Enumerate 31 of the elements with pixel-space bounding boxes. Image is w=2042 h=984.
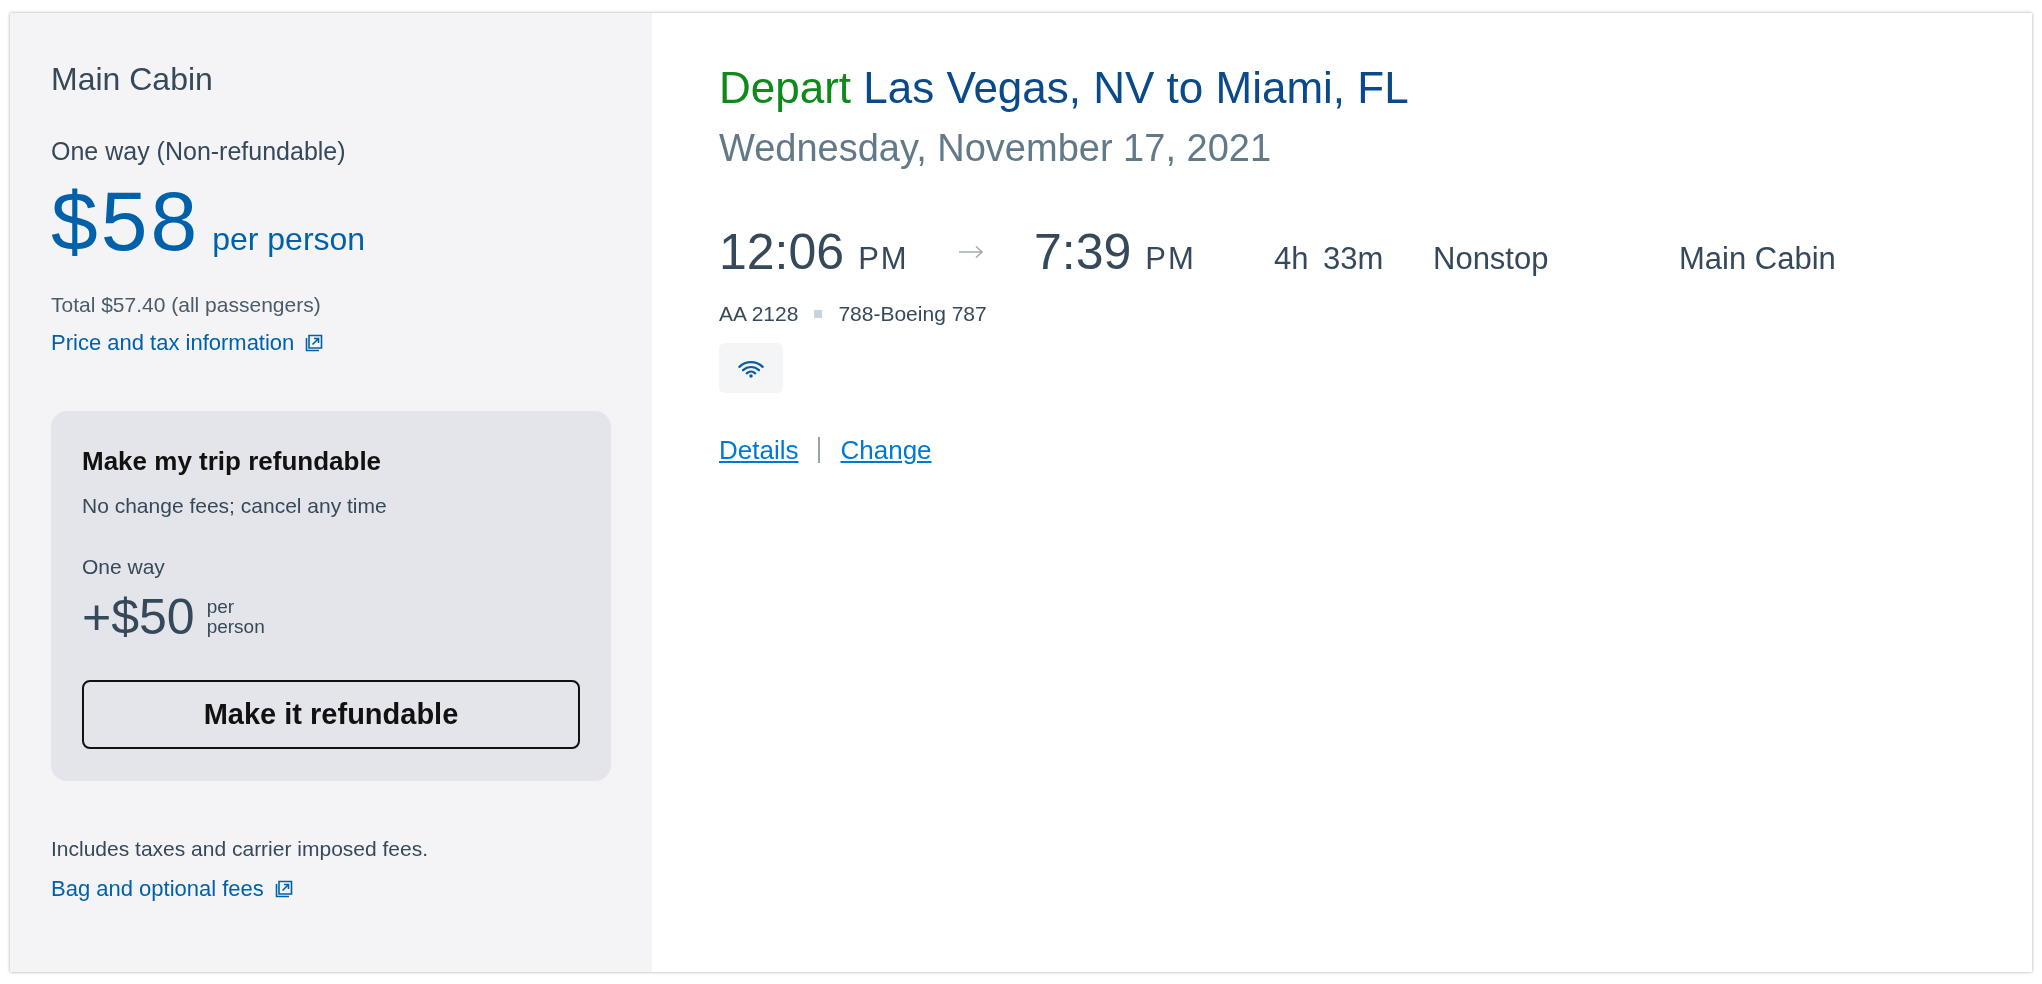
wifi-icon (719, 343, 783, 393)
departure-period: PM (858, 241, 909, 277)
direction-label: Depart (719, 63, 852, 112)
fare-price: $58 (51, 177, 201, 265)
price-info-link[interactable]: Price and tax information (51, 330, 327, 356)
fees-note: Includes taxes and carrier imposed fees. (51, 836, 429, 862)
stops-label: Nonstop (1433, 241, 1550, 277)
flight-number: AA 2128 (719, 301, 799, 327)
flight-link[interactable]: Details (719, 434, 799, 466)
total-price: Total $57.40 (all passengers) (51, 292, 321, 318)
cabin-title: Main Cabin (51, 60, 213, 99)
arrow-icon (958, 245, 984, 259)
bag-fees-link[interactable]: Bag and optional fees (51, 876, 296, 902)
aircraft-type: 788-Boeing 787 (838, 301, 987, 327)
cabin-class: Main Cabin (1679, 241, 1837, 277)
offer-title: Make my trip refundable (82, 445, 383, 477)
arrival-time: 7:39 (1034, 223, 1132, 282)
flight-link[interactable]: Change (840, 434, 932, 466)
offer-subtitle: No change fees; cancel any time (82, 493, 388, 519)
departure-time: 12:06 (719, 223, 845, 282)
offer-trip-type: One way (82, 554, 166, 580)
flight-duration: 4h 33m (1274, 241, 1385, 277)
trip-type: One way (Non-refundable) (51, 136, 346, 167)
price-unit: per person (212, 221, 366, 258)
offer-price-unit: per person (206, 597, 265, 637)
flight-date: Wednesday, November 17, 2021 (719, 126, 1273, 171)
offer-price: +$50 (82, 589, 195, 645)
make-refundable-button[interactable]: Make it refundable (82, 680, 580, 749)
arrival-period: PM (1145, 241, 1196, 277)
route-title: Las Vegas, NV to Miami, FL (863, 63, 1409, 112)
separator-square-icon (814, 310, 823, 318)
